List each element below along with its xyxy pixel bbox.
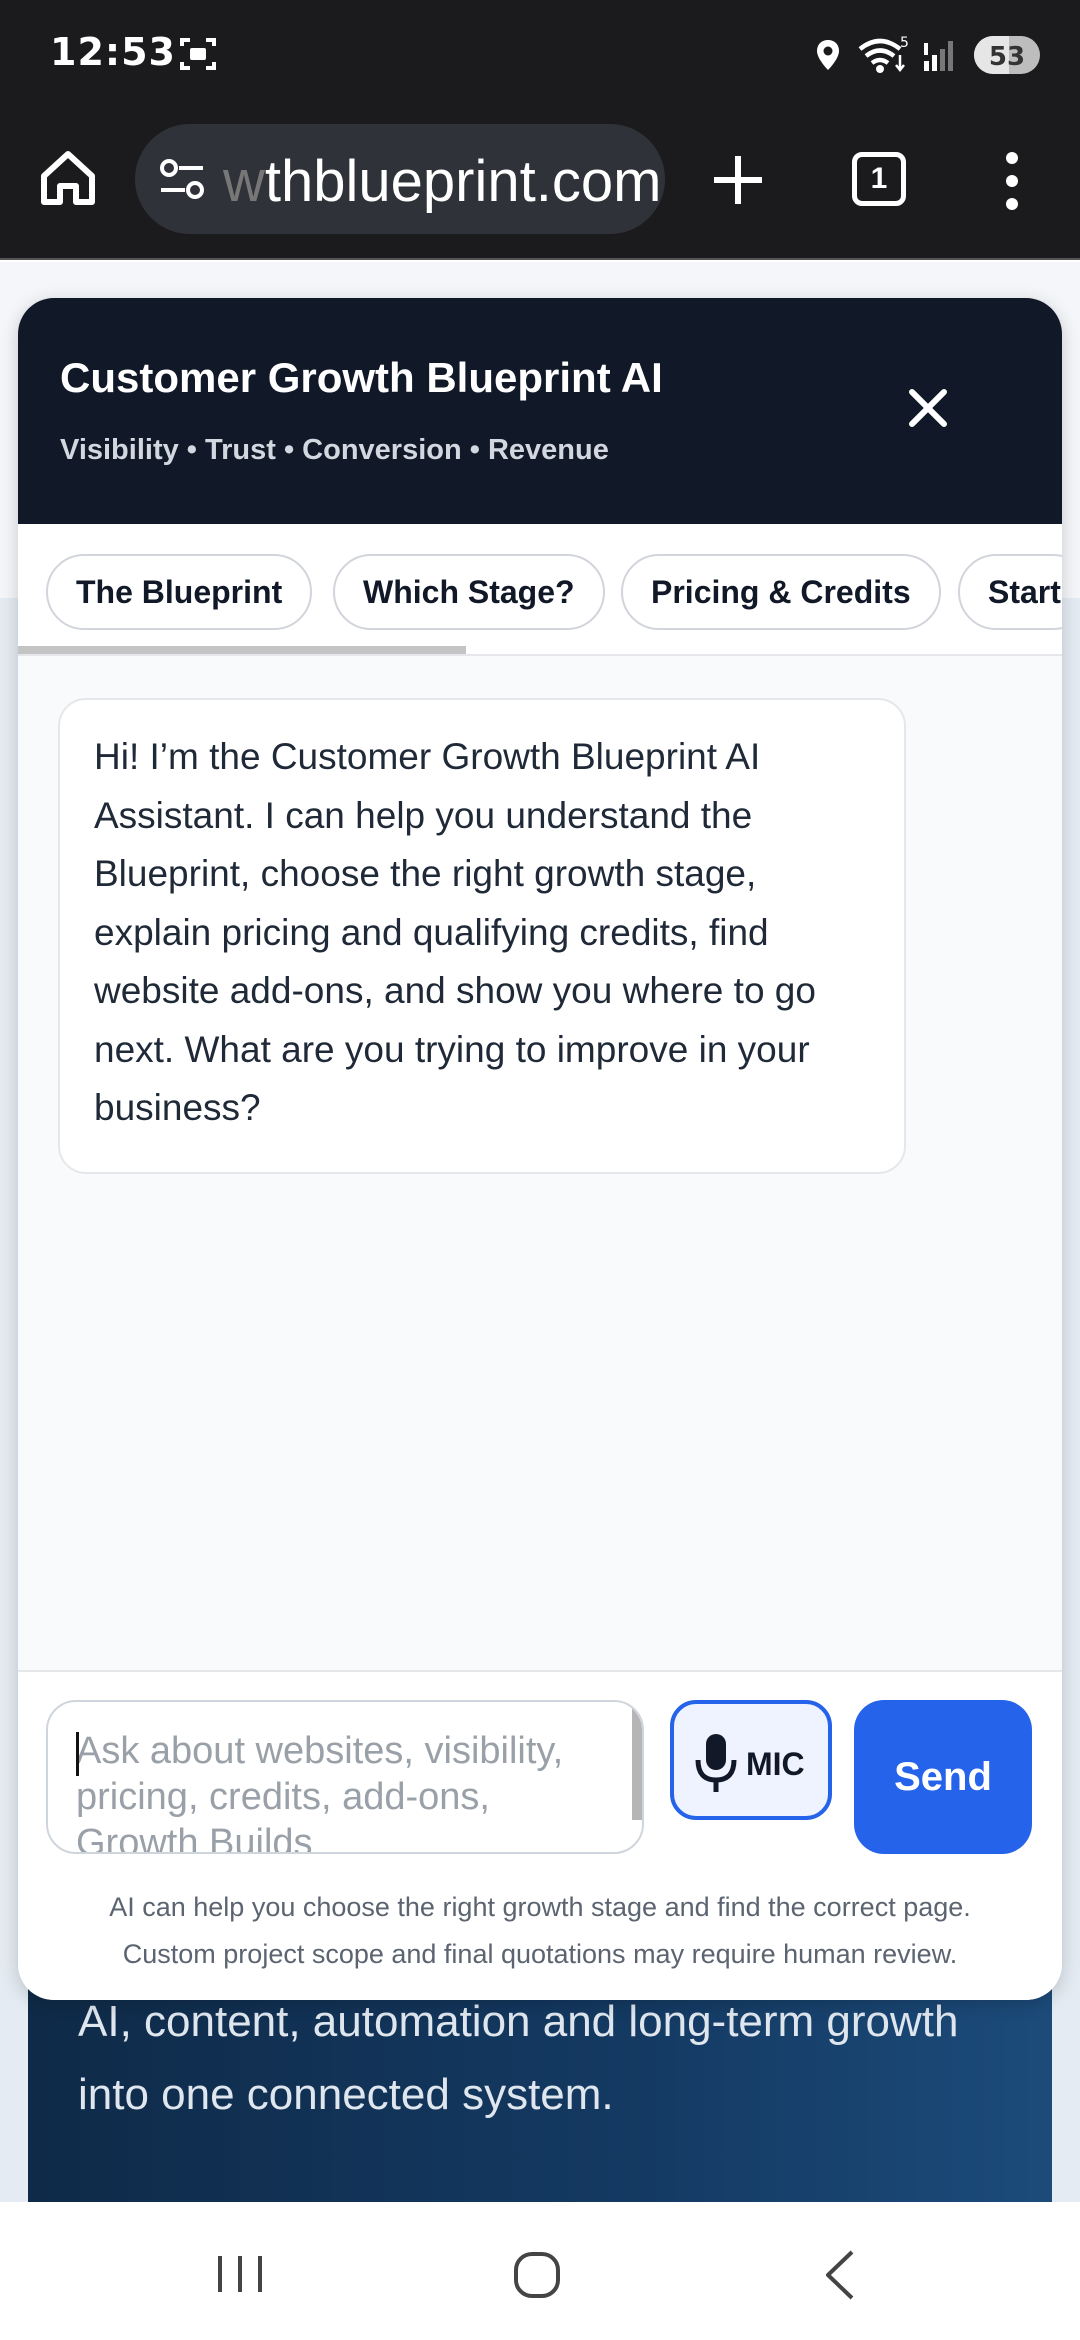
chat-header: Customer Growth Blueprint AI Visibility … — [18, 298, 1062, 524]
send-button[interactable]: Send — [854, 1700, 1032, 1854]
tabs-scrollbar[interactable] — [18, 646, 466, 654]
assistant-message: Hi! I’m the Customer Growth Blueprint AI… — [58, 698, 906, 1174]
tab-pricing-credits[interactable]: Pricing & Credits — [621, 554, 941, 630]
url-visible: thblueprint.com — [264, 149, 662, 214]
message-input[interactable]: Ask about websites, visibility, pricing,… — [46, 1700, 644, 1854]
composer: Ask about websites, visibility, pricing,… — [18, 1670, 1062, 2000]
input-scrollbar[interactable] — [632, 1702, 642, 1820]
wifi-badge: 5 — [900, 35, 908, 51]
mic-label: MIC — [746, 1746, 805, 1782]
signal-icon — [924, 41, 953, 71]
wifi-icon: 5 — [858, 35, 908, 73]
recent-apps-icon[interactable] — [210, 2252, 270, 2296]
home-icon[interactable] — [512, 2250, 562, 2300]
message-list: Hi! I’m the Customer Growth Blueprint AI… — [18, 656, 1062, 1670]
microphone-icon — [695, 1734, 737, 1792]
url-faded: w — [223, 149, 265, 214]
status-time: 12:53 — [50, 30, 176, 74]
quick-tabs: The Blueprint Which Stage? Pricing & Cre… — [18, 524, 1062, 656]
text-caret — [76, 1732, 79, 1776]
more-vert-icon[interactable] — [992, 150, 1032, 212]
url-text[interactable]: wthblueprint.com — [223, 148, 661, 215]
address-bar[interactable]: wthblueprint.com — [135, 124, 665, 234]
tabs-icon[interactable]: 1 — [852, 152, 906, 206]
close-icon[interactable] — [898, 378, 958, 438]
input-placeholder: Ask about websites, visibility, pricing,… — [76, 1730, 564, 1854]
disclaimer-line-2: Custom project scope and final quotation… — [122, 1939, 958, 1969]
battery-indicator: 53 — [974, 36, 1040, 74]
tab-the-blueprint[interactable]: The Blueprint — [46, 554, 313, 630]
screenshot-icon — [180, 38, 216, 70]
mic-button[interactable]: MIC — [670, 1700, 832, 1820]
chat-subtitle: Visibility • Trust • Conversion • Revenu… — [60, 434, 609, 466]
disclaimer: AI can help you choose the right growth … — [18, 1884, 1062, 1978]
back-icon[interactable] — [822, 2248, 858, 2302]
chat-title: Customer Growth Blueprint AI — [60, 354, 663, 401]
chat-widget: Customer Growth Blueprint AI Visibility … — [18, 298, 1062, 2000]
tab-which-stage[interactable]: Which Stage? — [333, 554, 605, 630]
site-settings-icon[interactable] — [157, 156, 207, 202]
system-nav-bar — [0, 2202, 1080, 2340]
status-icons: 5 53 — [814, 30, 1040, 80]
battery-level: 53 — [988, 42, 1026, 72]
home-icon[interactable] — [36, 146, 100, 210]
tab-start[interactable]: Start — [958, 554, 1062, 630]
browser-toolbar: wthblueprint.com 1 — [0, 110, 1080, 260]
status-bar: 12:53 5 53 — [0, 0, 1080, 110]
disclaimer-line-1: AI can help you choose the right growth … — [109, 1892, 971, 1922]
location-icon — [817, 40, 839, 70]
plus-icon[interactable] — [708, 150, 768, 210]
